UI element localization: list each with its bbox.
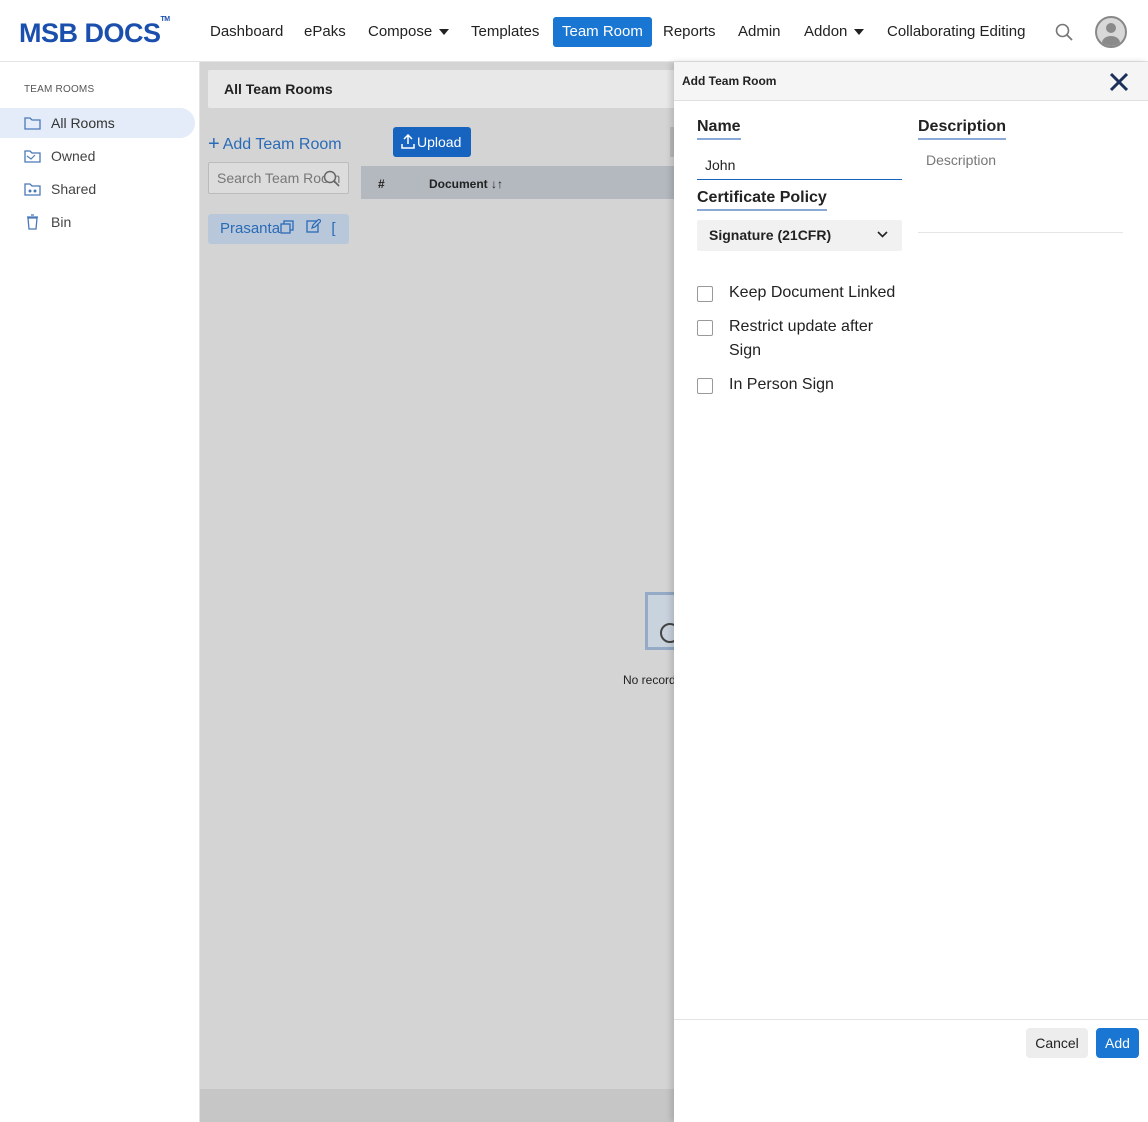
edit-icon[interactable] (306, 218, 323, 234)
logo-trademark: TM (160, 16, 171, 23)
column-header-number: # (378, 177, 385, 191)
main-content: All Team Rooms + Add Team Room Upload Sea… (200, 62, 674, 1122)
folder-icon (24, 117, 41, 130)
upload-icon (401, 134, 415, 149)
caret-down-icon (854, 29, 865, 36)
team-room-chip[interactable]: Prasanta [ (208, 214, 349, 244)
nav-addon-label: Addon (804, 23, 848, 40)
shared-folder-icon (24, 183, 41, 196)
upload-button[interactable]: Upload (393, 127, 471, 157)
in-person-sign-label: In Person Sign (729, 376, 834, 393)
sidebar-item-label: Owned (51, 148, 96, 164)
certificate-policy-value: Signature (21CFR) (709, 227, 832, 243)
in-person-sign-row[interactable]: In Person Sign (697, 373, 917, 397)
nav-epaks[interactable]: ePaks (295, 17, 355, 47)
nav-templates[interactable]: Templates (462, 17, 548, 47)
add-button[interactable]: Add (1096, 1028, 1139, 1058)
column-header-document-label: Document (429, 177, 488, 191)
description-input[interactable] (918, 148, 1123, 233)
column-header-document[interactable]: Document ↓↑ (429, 177, 503, 191)
description-label: Description (918, 118, 1007, 140)
sidebar-item-bin[interactable]: Bin (0, 207, 195, 237)
panel-footer-divider (674, 1019, 1148, 1020)
nav-dashboard[interactable]: Dashboard (201, 17, 292, 47)
nav-addon[interactable]: Addon (795, 17, 873, 47)
sort-icon[interactable]: ↓↑ (491, 177, 503, 191)
upload-label: Upload (417, 134, 462, 150)
restrict-update-after-sign-row[interactable]: Restrict update after Sign (697, 315, 917, 363)
user-avatar-icon[interactable] (1095, 16, 1127, 48)
copy-icon[interactable] (280, 220, 294, 234)
sidebar-item-owned[interactable]: Owned (0, 141, 195, 171)
keep-document-linked-label: Keep Document Linked (729, 284, 896, 301)
page-title: All Team Rooms (224, 81, 333, 97)
name-input[interactable] (697, 150, 902, 180)
caret-down-icon (439, 29, 450, 36)
add-team-room-link[interactable]: + Add Team Room (208, 132, 342, 155)
add-team-room-panel: Add Team Room Name Description Certifica… (674, 62, 1148, 1122)
restrict-update-after-sign-label: Restrict update after Sign (729, 318, 874, 359)
sidebar-item-all-rooms[interactable]: All Rooms (0, 108, 195, 138)
table-header: # Document ↓↑ (361, 166, 674, 199)
nav-compose[interactable]: Compose (359, 17, 458, 47)
keep-document-linked-checkbox[interactable] (697, 286, 713, 302)
in-person-sign-checkbox[interactable] (697, 378, 713, 394)
close-icon[interactable] (1108, 71, 1130, 93)
sidebar: TEAM ROOMS All Rooms Owned Shared Bin (0, 62, 200, 1122)
empty-state-clock-icon (660, 623, 674, 643)
name-label: Name (697, 118, 741, 140)
main-header: All Team Rooms (208, 70, 674, 108)
cancel-button[interactable]: Cancel (1026, 1028, 1088, 1058)
main-footer (200, 1089, 674, 1122)
trash-icon (27, 214, 38, 230)
sidebar-item-label: Bin (51, 214, 72, 230)
folder-open-icon (24, 150, 41, 163)
nav-collaborating-editing[interactable]: Collaborating Editing (878, 17, 1034, 47)
restrict-update-after-sign-checkbox[interactable] (697, 320, 713, 336)
search-icon[interactable] (323, 170, 340, 187)
add-team-room-label: Add Team Room (222, 136, 342, 153)
sidebar-item-shared[interactable]: Shared (0, 174, 195, 204)
search-placeholder: Search Team Room (217, 170, 341, 186)
search-team-room-input[interactable]: Search Team Room (208, 162, 349, 194)
sidebar-item-label: Shared (51, 181, 97, 197)
keep-document-linked-row[interactable]: Keep Document Linked (697, 281, 917, 305)
nav-admin[interactable]: Admin (729, 17, 790, 47)
team-room-actions: [ (280, 214, 336, 244)
certificate-policy-select[interactable]: Signature (21CFR) (697, 220, 902, 251)
nav-compose-label: Compose (368, 23, 433, 40)
team-room-name: Prasanta (220, 220, 281, 237)
nav-reports[interactable]: Reports (654, 17, 725, 47)
panel-title: Add Team Room (682, 74, 777, 88)
top-nav: MSB DOCSTM Dashboard ePaks Compose Templ… (0, 0, 1148, 62)
search-icon[interactable] (1055, 23, 1073, 41)
chevron-down-icon (877, 231, 888, 238)
logo[interactable]: MSB DOCSTM (19, 16, 171, 49)
sidebar-item-label: All Rooms (51, 115, 115, 131)
empty-state-text: No records (623, 673, 674, 687)
sidebar-heading: TEAM ROOMS (24, 84, 95, 95)
nav-team-room[interactable]: Team Room (553, 17, 652, 47)
panel-header: Add Team Room (674, 62, 1148, 101)
logo-text: MSB DOCS (19, 18, 161, 48)
truncated-action-icon[interactable]: [ (331, 220, 335, 237)
plus-icon: + (208, 133, 220, 155)
certificate-policy-label: Certificate Policy (697, 189, 827, 211)
